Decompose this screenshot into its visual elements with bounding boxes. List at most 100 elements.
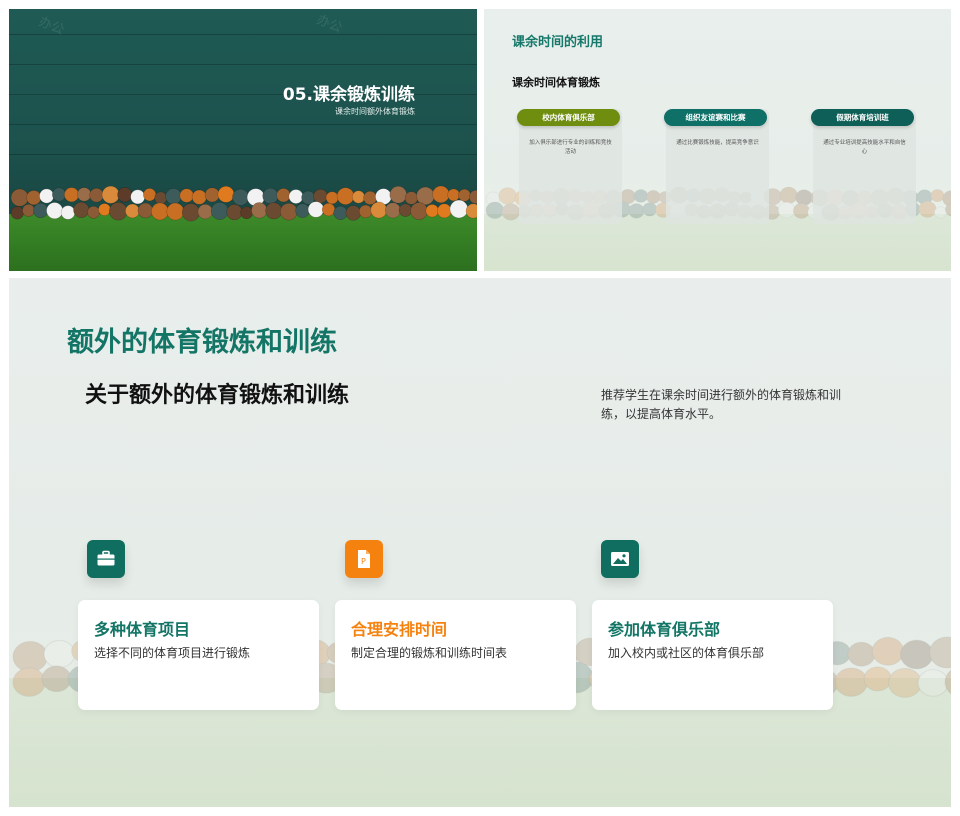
board-line bbox=[9, 154, 477, 155]
ball bbox=[432, 185, 450, 204]
ball bbox=[447, 188, 460, 202]
ball bbox=[944, 669, 951, 695]
slide2-heading: 课余时间的利用 bbox=[512, 35, 604, 50]
slide3-heading: 额外的体育锻炼和训练 bbox=[67, 327, 337, 358]
ball bbox=[930, 189, 945, 203]
feature-title: 合理安排时间 bbox=[351, 620, 448, 639]
ball bbox=[64, 187, 80, 203]
feature-title: 多种体育项目 bbox=[94, 620, 191, 639]
feature-description: 加入校内或社区的体育俱乐部 bbox=[608, 646, 765, 660]
ball bbox=[336, 187, 355, 205]
slide-thumbnail-2[interactable]: 课余时间的利用 课余时间体育锻炼 校内体育俱乐部 加入俱乐部进行专业的训练和竞技… bbox=[484, 9, 951, 271]
ball bbox=[10, 206, 24, 220]
feature-card-sports: 多种体育项目 选择不同的体育项目进行锻炼 bbox=[78, 600, 319, 710]
ball bbox=[22, 204, 35, 217]
feature-card-club: 参加体育俱乐部 加入校内或社区的体育俱乐部 bbox=[592, 600, 833, 710]
ball bbox=[777, 201, 796, 219]
training-card: 假期体育培训班 通过专业培训提高技能水平和自信心 bbox=[811, 109, 916, 224]
slide3-subheading: 关于额外的体育锻炼和训练 bbox=[85, 383, 350, 408]
board-line bbox=[9, 34, 477, 35]
card-label: 假期体育培训班 bbox=[811, 109, 914, 126]
ball bbox=[410, 202, 428, 220]
ball bbox=[351, 190, 366, 204]
ball bbox=[109, 201, 128, 221]
ball bbox=[73, 201, 90, 218]
ball bbox=[10, 188, 29, 207]
ball bbox=[363, 190, 378, 205]
ball bbox=[197, 203, 213, 220]
ball bbox=[240, 206, 254, 220]
ball bbox=[404, 191, 419, 205]
ball bbox=[191, 189, 207, 205]
ball bbox=[498, 187, 517, 205]
ball bbox=[179, 188, 194, 203]
ball bbox=[345, 205, 361, 221]
slide1-subtitle: 课余时间额外体育锻炼 bbox=[335, 107, 415, 116]
ball bbox=[204, 187, 220, 203]
slide-main[interactable]: 额外的体育锻炼和训练 关于额外的体育锻炼和训练 推荐学生在课余时间进行额外的体育… bbox=[9, 278, 951, 807]
ball bbox=[226, 204, 243, 221]
ball bbox=[929, 636, 951, 669]
ball bbox=[295, 203, 310, 218]
ball bbox=[77, 187, 92, 202]
ball bbox=[60, 205, 76, 220]
ball bbox=[12, 667, 46, 697]
ball bbox=[33, 202, 49, 219]
ball bbox=[280, 202, 298, 221]
ball bbox=[265, 202, 283, 220]
ball bbox=[863, 666, 892, 692]
card-label: 校内体育俱乐部 bbox=[517, 109, 620, 126]
ball bbox=[46, 202, 64, 220]
ball bbox=[449, 199, 469, 219]
ball bbox=[117, 187, 133, 203]
club-card: 校内体育俱乐部 加入俱乐部进行专业的训练和竞技活动 bbox=[517, 109, 622, 224]
ball bbox=[165, 188, 182, 205]
ball bbox=[166, 202, 185, 221]
ball bbox=[384, 202, 401, 219]
ball bbox=[41, 665, 72, 693]
card-description: 加入俱乐部进行专业的训练和竞技活动 bbox=[529, 140, 612, 155]
board-line bbox=[9, 124, 477, 125]
ball bbox=[847, 641, 876, 667]
ball bbox=[251, 202, 268, 219]
document-icon: P bbox=[345, 540, 383, 578]
slide2-subheading: 课余时间体育锻炼 bbox=[512, 76, 600, 89]
ball bbox=[39, 188, 55, 204]
ball bbox=[26, 190, 42, 206]
ball bbox=[89, 187, 104, 203]
ball bbox=[217, 185, 235, 203]
ball bbox=[628, 203, 645, 219]
ball bbox=[288, 189, 304, 204]
ball bbox=[137, 202, 154, 219]
ball bbox=[262, 187, 279, 205]
ball bbox=[210, 202, 229, 220]
ball bbox=[646, 190, 661, 204]
ball bbox=[307, 201, 325, 218]
ball bbox=[779, 186, 798, 204]
ball bbox=[43, 639, 76, 669]
ball bbox=[416, 186, 435, 206]
slide-thumbnail-1[interactable]: 办公 办公 05.课余锻炼训练 课余时间额外体育锻炼 bbox=[9, 9, 477, 271]
ball bbox=[389, 185, 408, 204]
briefcase-icon bbox=[87, 540, 125, 578]
feature-description: 制定合理的锻炼和训练时间表 bbox=[351, 646, 508, 660]
ball bbox=[501, 203, 520, 221]
ball bbox=[370, 201, 388, 219]
ball bbox=[154, 191, 168, 205]
ball bbox=[333, 205, 348, 220]
feature-description: 选择不同的体育项目进行锻炼 bbox=[94, 646, 251, 660]
ball bbox=[795, 189, 813, 206]
ball bbox=[98, 203, 111, 216]
ball bbox=[934, 206, 947, 219]
ball bbox=[918, 200, 937, 218]
ball bbox=[917, 669, 949, 697]
feature-card-schedule: 合理安排时间 制定合理的锻炼和训练时间表 bbox=[335, 600, 576, 710]
ball bbox=[151, 202, 169, 221]
ball bbox=[125, 203, 140, 219]
slide3-intro-text: 推荐学生在课余时间进行额外的体育锻炼和训练，以提高体育水平。 bbox=[601, 388, 842, 421]
match-card: 组织友谊赛和比赛 通过比赛锻炼技能，提高竞争意识 bbox=[664, 109, 769, 224]
ball bbox=[398, 203, 413, 217]
ball bbox=[358, 204, 373, 219]
ball bbox=[887, 667, 922, 698]
ball bbox=[12, 640, 49, 673]
